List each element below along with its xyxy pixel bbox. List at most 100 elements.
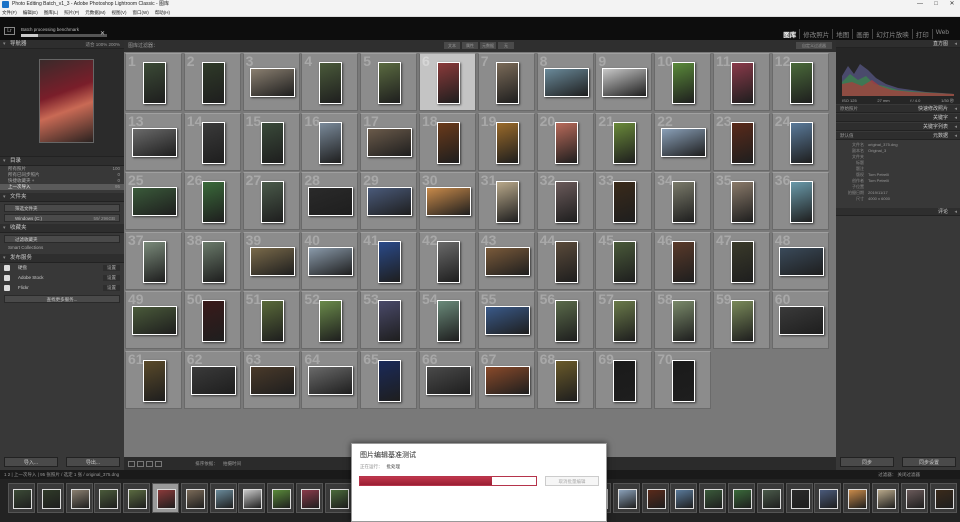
grid-cell[interactable]: 34: [654, 172, 712, 230]
find-more-services-button[interactable]: 查找更多服务...: [4, 295, 120, 303]
filmstrip-cell[interactable]: [728, 483, 755, 513]
menu-file[interactable]: 文件(F): [2, 9, 17, 16]
navigator-header[interactable]: 导航器 适合 100% 200%: [0, 40, 124, 49]
keyword-list-header[interactable]: 关键字列表: [836, 123, 960, 131]
grid-cell[interactable]: 31: [477, 172, 535, 230]
metadata-preset-dropdown[interactable]: 默认值: [840, 132, 854, 140]
grid-cell[interactable]: 13: [125, 112, 182, 171]
grid-cell[interactable]: 27: [242, 172, 300, 230]
grid-cell[interactable]: 63: [242, 350, 300, 409]
filmstrip-cell[interactable]: [152, 483, 179, 513]
grid-cell[interactable]: 64: [301, 350, 359, 409]
grid-cell[interactable]: 43: [477, 231, 535, 290]
filmstrip-cell[interactable]: [785, 483, 813, 513]
grid-cell[interactable]: 66: [419, 350, 476, 409]
filmstrip-cell[interactable]: [814, 483, 842, 513]
grid-cell[interactable]: 11: [713, 53, 770, 111]
filmstrip-cell[interactable]: [612, 483, 640, 513]
compare-view-icon[interactable]: [146, 460, 153, 467]
grid-cell[interactable]: 28: [301, 172, 359, 230]
export-button[interactable]: 导出...: [66, 457, 120, 467]
filmstrip-cell[interactable]: [36, 483, 64, 513]
grid-cell[interactable]: 9: [595, 53, 653, 111]
filmstrip-cell[interactable]: [872, 483, 899, 513]
filmstrip-cell[interactable]: [209, 483, 237, 513]
grid-cell[interactable]: 67: [477, 350, 535, 409]
menu-window[interactable]: 窗口(W): [133, 9, 149, 16]
grid-cell[interactable]: 47: [713, 231, 770, 290]
menu-help[interactable]: 帮助(H): [155, 9, 170, 16]
filmstrip-cell[interactable]: [123, 483, 151, 513]
filmstrip-cell[interactable]: [929, 483, 957, 513]
grid-cell[interactable]: 45: [595, 231, 653, 290]
navigator-zoom-options[interactable]: 适合 100% 200%: [85, 40, 120, 49]
histogram-header[interactable]: 直方图: [836, 40, 960, 48]
sync-settings-button[interactable]: 同步设置: [902, 457, 956, 467]
grid-cell[interactable]: 61: [125, 350, 182, 409]
menu-library[interactable]: 图库(L): [44, 9, 59, 16]
grid-cell[interactable]: 46: [654, 231, 712, 290]
grid-view-icon[interactable]: [128, 460, 135, 467]
service-setup-button[interactable]: 设置: [103, 285, 120, 291]
grid-cell[interactable]: 4: [301, 53, 359, 111]
module-book[interactable]: 画册: [852, 29, 872, 39]
filmstrip-source-label[interactable]: 1 2 | 上一次导入 | 95 张照片 / 选定 1 张 / original…: [4, 472, 119, 477]
grid-cell[interactable]: 22: [654, 112, 712, 171]
module-library[interactable]: 图库: [780, 29, 799, 39]
filmstrip-cell[interactable]: [641, 483, 669, 513]
grid-cell[interactable]: 68: [536, 350, 594, 409]
service-adobe-stock[interactable]: Adobe Stock 设置: [0, 273, 124, 283]
menu-edit[interactable]: 编辑(E): [23, 9, 38, 16]
filmstrip-cell[interactable]: [296, 483, 323, 513]
catalog-previous-import[interactable]: 上一次导入 95: [0, 184, 124, 190]
grid-cell[interactable]: 14: [183, 112, 241, 171]
grid-cell[interactable]: 8: [536, 53, 594, 111]
filmstrip-cell[interactable]: [267, 483, 295, 513]
grid-cell[interactable]: 29: [360, 172, 418, 230]
module-map[interactable]: 地图: [832, 29, 852, 39]
grid-cell[interactable]: 55: [477, 291, 535, 349]
survey-view-icon[interactable]: [155, 460, 162, 467]
grid-cell[interactable]: 16: [301, 112, 359, 171]
filmstrip-cell[interactable]: [843, 483, 871, 513]
grid-cell[interactable]: 49: [125, 291, 182, 349]
grid-cell[interactable]: 21: [595, 112, 653, 171]
service-setup-button[interactable]: 设置: [103, 275, 120, 281]
grid-cell[interactable]: 54: [419, 291, 476, 349]
minimize-icon[interactable]: —: [912, 0, 928, 9]
navigator-preview[interactable]: [0, 49, 124, 157]
menu-metadata[interactable]: 元数据(M): [85, 9, 105, 16]
custom-filter-dropdown[interactable]: 自定义过滤器: [796, 42, 832, 49]
filmstrip-cell[interactable]: [8, 483, 35, 513]
grid-cell[interactable]: 2: [183, 53, 241, 111]
cancel-batch-button[interactable]: 取消批量编辑: [545, 476, 599, 486]
filmstrip-cell[interactable]: [900, 483, 928, 513]
grid-cell[interactable]: 42: [419, 231, 476, 290]
grid-cell[interactable]: 53: [360, 291, 418, 349]
metadata-row[interactable]: 尺寸 4000 x 6000: [836, 196, 960, 202]
grid-cell[interactable]: 6: [419, 53, 476, 111]
import-button[interactable]: 导入...: [4, 457, 58, 467]
grid-cell[interactable]: 10: [654, 53, 712, 111]
grid-cell[interactable]: 18: [419, 112, 476, 171]
grid-cell[interactable]: 1: [125, 53, 182, 111]
grid-cell[interactable]: 32: [536, 172, 594, 230]
module-slideshow[interactable]: 幻灯片放映: [872, 29, 912, 39]
loupe-view-icon[interactable]: [137, 460, 144, 467]
grid-cell[interactable]: 35: [713, 172, 770, 230]
filmstrip-cell[interactable]: [94, 483, 122, 513]
service-setup-button[interactable]: 设置: [103, 265, 120, 271]
menu-view[interactable]: 视图(V): [112, 9, 127, 16]
menu-photo[interactable]: 照片(P): [64, 9, 79, 16]
grid-cell[interactable]: 60: [771, 291, 829, 349]
grid-cell[interactable]: 59: [713, 291, 770, 349]
grid-cell[interactable]: 39: [242, 231, 300, 290]
maximize-icon[interactable]: □: [928, 0, 944, 9]
volume-windows-c[interactable]: Windows (C:) 59/ 296GB: [4, 214, 120, 222]
grid-cell[interactable]: 12: [771, 53, 829, 111]
grid-cell[interactable]: 57: [595, 291, 653, 349]
publish-services-header[interactable]: 发布服务: [0, 254, 124, 263]
grid-cell[interactable]: 24: [771, 112, 829, 171]
filter-none-tab[interactable]: 无: [498, 42, 514, 49]
filmstrip-cell[interactable]: [238, 483, 266, 513]
